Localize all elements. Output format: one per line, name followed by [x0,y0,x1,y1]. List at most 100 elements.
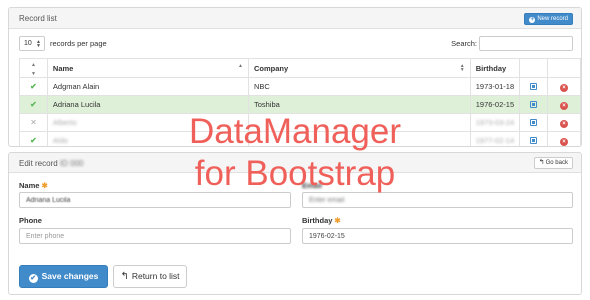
row-name: Aldo [52,136,68,145]
column-header-check[interactable]: ▲ ▼ [19,58,48,78]
record-list-panel: Record list + New record 10 ▲ ▼ records pe… [8,7,582,147]
column-header-edit [519,58,549,78]
edit-record-panel: Edit record ID 000 ↰Go back Name ✱ Adrian… [8,152,582,295]
list-controls: 10 ▲ ▼ records per page Search: [19,36,573,52]
email-field-placeholder: Enter email [309,197,345,204]
name-field[interactable]: Adriana Lucila [19,192,291,208]
row-delete-cell: × [547,131,581,146]
row-name: Adriana Lucila [46,95,249,114]
table-row[interactable]: ✔ Aldo 1977-02-14 × [19,131,581,146]
column-name-label: Name [52,63,74,73]
column-header-company[interactable]: Company ▲ ▼ [247,58,471,78]
edit-icon[interactable] [530,83,538,90]
row-name-cell: Aldo [46,131,249,146]
return-to-list-label: Return to list [131,271,180,281]
edit-icon[interactable] [530,101,538,108]
birthday-label-text: Birthday [302,216,333,225]
return-to-list-button[interactable]: ↰ Return to list [113,265,187,288]
checkmark-icon: ✔ [30,82,37,91]
arrow-left-icon: ↰ [538,159,545,166]
column-header-name[interactable]: Name ▲ [46,58,249,78]
record-list-header: Record list + New record [9,8,581,29]
edit-record-id: ID 000 [59,159,84,168]
edit-record-header: Edit record ID 000 ↰Go back [9,153,581,173]
checkmark-icon: ✔ [30,100,37,109]
column-company-label: Company [253,63,289,73]
records-table: ▲ ▼ Name ▲ Company ▲ ▼ Birthday ✔ Adgman Ala… [19,58,581,146]
save-changes-button[interactable]: ✔ Save changes [19,265,108,288]
checkmark-icon: ✔ [30,136,37,145]
row-company [247,131,471,146]
table-row-selected[interactable]: ✔ Adriana Lucila Toshiba 1976-02-15 × [19,95,581,114]
plus-circle-icon: + [529,17,536,23]
row-check[interactable]: ✔ [19,95,48,114]
name-label-text: Name [19,181,40,190]
column-header-birthday[interactable]: Birthday [469,58,521,78]
name-label: Name ✱ [19,181,48,190]
required-icon: ✱ [334,216,341,225]
row-check[interactable]: ✕ [19,113,48,132]
new-record-label: New record [537,16,568,22]
delete-icon[interactable]: × [560,102,569,110]
sort-asc-icon: ▲ [238,63,243,69]
row-check[interactable]: ✔ [19,131,48,146]
row-company [247,113,471,132]
table-row[interactable]: ✔ Adgman Alain NBC 1973-01-18 × [19,77,581,96]
birthday-field-value: 1976-02-15 [309,233,345,240]
email-field[interactable]: Enter email [302,192,573,208]
row-birthday-cell: 1977-02-14 [469,131,521,146]
select-caret-icon: ▲ ▼ [36,39,41,49]
row-delete-cell: × [547,113,581,132]
save-changes-label: Save changes [41,271,99,281]
edit-record-title: Edit record ID 000 [19,159,84,168]
phone-field[interactable]: Enter phone [19,228,291,244]
row-birthday: 1973-01-18 [469,77,521,96]
go-back-button[interactable]: ↰Go back [533,157,573,169]
row-birthday-cell: 1973-03-24 [469,113,521,132]
cross-icon: ✕ [30,118,37,127]
per-page-select[interactable]: 10 ▲ ▼ [19,36,45,51]
row-edit-cell [519,131,549,146]
column-header-delete [547,58,581,78]
row-name-cell: Alberto [46,113,249,132]
name-field-value: Adriana Lucila [26,197,71,204]
table-row[interactable]: ✕ Alberto 1973-03-24 × [19,113,581,132]
go-back-label: Go back [545,160,568,166]
row-edit-cell [519,77,549,96]
record-list-title: Record list [19,14,57,23]
birthday-field[interactable]: 1976-02-15 [302,228,573,244]
required-icon: ✱ [41,181,48,190]
row-edit-cell [519,95,549,114]
table-header-row: ▲ ▼ Name ▲ Company ▲ ▼ Birthday [19,58,581,78]
sort-icon: ▲ ▼ [459,63,465,73]
row-company: NBC [247,77,471,96]
row-birthday: 1977-02-14 [475,136,515,145]
row-company: Toshiba [247,95,471,114]
column-birthday-label: Birthday [475,63,507,73]
new-record-button[interactable]: + New record [524,13,573,25]
row-edit-cell [519,113,549,132]
search-label: Search: [451,39,477,48]
row-birthday: 1973-03-24 [475,118,515,127]
edit-icon[interactable] [530,119,538,126]
birthday-label: Birthday ✱ [302,216,341,225]
row-name: Alberto [52,118,77,127]
edit-icon[interactable] [530,137,538,144]
row-delete-cell: × [547,95,581,114]
arrow-left-icon: ↰ [120,271,129,282]
row-check[interactable]: ✔ [19,77,48,96]
sort-icon: ▲ ▼ [30,62,36,77]
per-page-label: records per page [50,39,107,48]
delete-icon[interactable]: × [560,138,569,146]
delete-icon[interactable]: × [560,84,569,92]
delete-icon[interactable]: × [560,120,569,128]
phone-label: Phone [19,216,42,225]
phone-field-placeholder: Enter phone [26,233,65,240]
per-page-value: 10 [24,40,32,47]
search-input[interactable] [479,36,573,51]
edit-record-title-text: Edit record [19,159,58,168]
email-label: Email [302,181,323,190]
row-delete-cell: × [547,77,581,96]
row-birthday: 1976-02-15 [469,95,521,114]
ok-circle-icon: ✔ [28,274,38,283]
